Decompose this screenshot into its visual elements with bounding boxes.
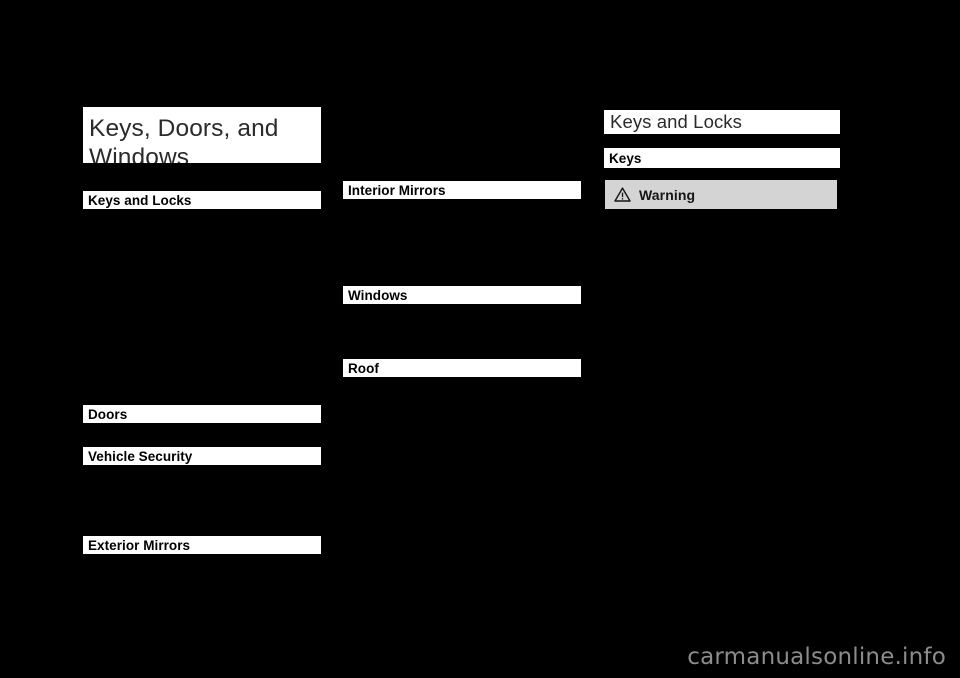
toc-entry-label: Windows [348,287,408,303]
toc-entry-interior-mirrors[interactable]: Interior Mirrors [343,181,581,199]
toc-entry-roof[interactable]: Roof [343,359,581,377]
toc-entry-keys-and-locks[interactable]: Keys and Locks [83,191,321,209]
toc-entry-doors[interactable]: Doors [83,405,321,423]
subsection-title-keys: Keys [604,148,840,168]
section-title-text: Keys and Locks [610,111,743,132]
warning-callout: Warning [604,179,838,210]
warning-label: Warning [639,186,696,203]
toc-entry-label: Vehicle Security [88,448,193,464]
manual-page: Keys, Doors, and Windows Keys and Locks … [0,0,960,678]
chapter-title-block: Keys, Doors, and Windows [83,107,321,163]
toc-entry-label: Exterior Mirrors [88,537,191,553]
toc-entry-label: Roof [348,360,379,376]
toc-entry-exterior-mirrors[interactable]: Exterior Mirrors [83,536,321,554]
toc-entry-windows[interactable]: Windows [343,286,581,304]
chapter-title-text: Keys, Doors, and Windows [89,115,279,163]
warning-triangle-icon [614,187,631,202]
toc-entry-label: Doors [88,406,128,422]
toc-entry-label: Keys and Locks [88,192,192,208]
toc-entry-label: Interior Mirrors [348,182,446,198]
subsection-title-text: Keys [609,150,642,166]
section-title-keys-and-locks: Keys and Locks [604,110,840,134]
site-watermark: carmanualsonline.info [687,644,946,670]
toc-entry-vehicle-security[interactable]: Vehicle Security [83,447,321,465]
